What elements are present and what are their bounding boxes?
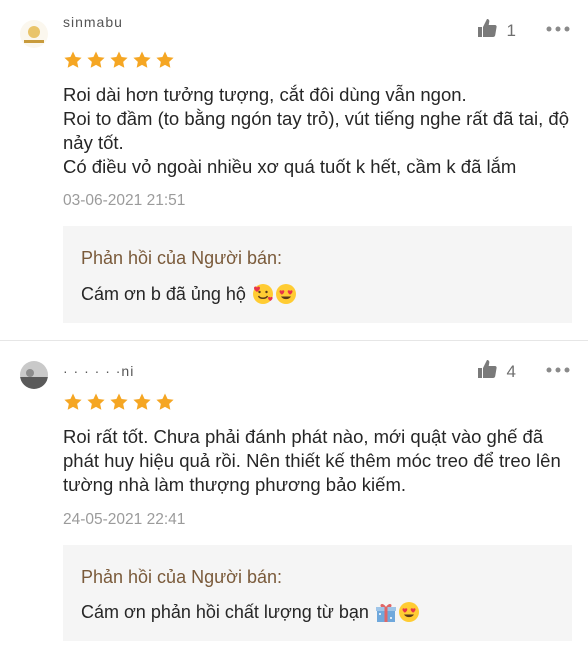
- more-dots-icon: [546, 357, 570, 377]
- review-text: Roi dài hơn tưởng tượng, cắt đôi dùng vẫ…: [63, 84, 569, 177]
- rating-stars: [63, 50, 175, 70]
- thumbs-up-icon: [477, 18, 497, 43]
- reply-text: Cám ơn b đã ủng hộ: [81, 283, 297, 310]
- review-item: sinmabu 1 Roi dài hơn tưởng tượng, cắt đ…: [0, 0, 588, 340]
- review-timestamp: 03-06-2021 21:51: [63, 192, 186, 209]
- star-icon: [63, 50, 83, 70]
- more-dots-icon: [546, 16, 570, 36]
- star-icon: [63, 392, 83, 412]
- reply-title: Phản hồi của Người bán:: [81, 248, 282, 268]
- review-item: · · · · · ·ni 4 Roi rất tốt. Chưa phải đ…: [0, 341, 588, 650]
- star-icon: [109, 392, 129, 412]
- heart-eyes-icon: [275, 283, 297, 310]
- like-button[interactable]: 1: [477, 18, 516, 43]
- reply-title: Phản hồi của Người bán:: [81, 567, 282, 587]
- star-icon: [86, 392, 106, 412]
- like-button[interactable]: 4: [477, 359, 516, 384]
- smiling-face-with-hearts-icon: [252, 283, 274, 310]
- heart-eyes-icon: [398, 601, 420, 628]
- rating-stars: [63, 392, 175, 412]
- seller-reply: Phản hồi của Người bán: Cám ơn phản hồi …: [63, 545, 572, 641]
- thumbs-up-icon: [477, 359, 497, 384]
- reply-text-content: Cám ơn b đã ủng hộ: [81, 284, 246, 304]
- username: · · · · · ·ni: [63, 363, 135, 379]
- more-options-button[interactable]: [546, 357, 570, 378]
- like-count: 4: [506, 361, 516, 381]
- star-icon: [86, 50, 106, 70]
- star-icon: [132, 392, 152, 412]
- star-icon: [109, 50, 129, 70]
- star-icon: [132, 50, 152, 70]
- user-avatar[interactable]: [20, 361, 48, 389]
- reply-text-content: Cám ơn phản hồi chất lượng từ bạn: [81, 602, 369, 622]
- gift-icon: [375, 601, 397, 628]
- seller-reply: Phản hồi của Người bán: Cám ơn b đã ủng …: [63, 226, 572, 323]
- user-avatar[interactable]: [20, 20, 48, 48]
- username: sinmabu: [63, 14, 123, 30]
- review-text: Roi rất tốt. Chưa phải đánh phát nào, mớ…: [63, 426, 561, 495]
- star-icon: [155, 50, 175, 70]
- like-count: 1: [506, 20, 516, 40]
- reply-text: Cám ơn phản hồi chất lượng từ bạn: [81, 601, 420, 628]
- star-icon: [155, 392, 175, 412]
- more-options-button[interactable]: [546, 16, 570, 37]
- review-timestamp: 24-05-2021 22:41: [63, 511, 186, 528]
